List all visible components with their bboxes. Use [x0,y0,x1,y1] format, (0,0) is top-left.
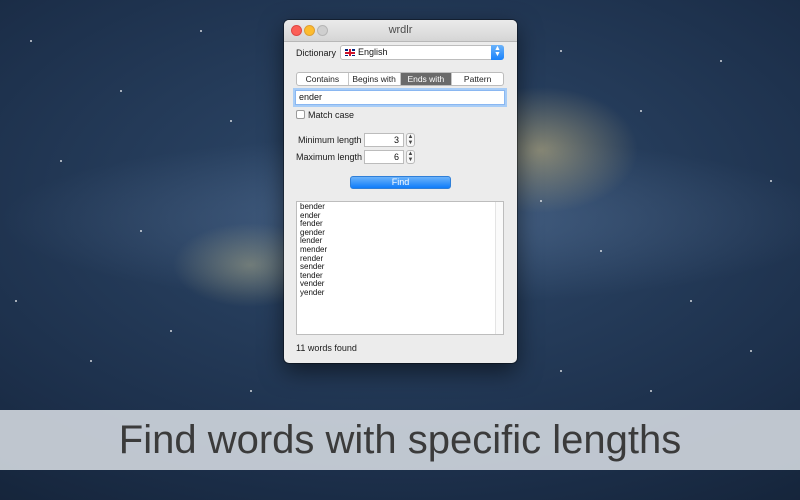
chevron-updown-icon[interactable]: ▲ ▼ [491,45,504,60]
list-item[interactable]: bender [300,202,503,212]
results-scrollbar[interactable] [495,202,503,334]
list-item[interactable]: ender [300,211,503,221]
list-item[interactable]: render [300,254,503,264]
list-item[interactable]: vender [300,280,503,289]
match-case-checkbox[interactable] [296,110,305,119]
search-input[interactable]: ender [295,90,505,105]
dictionary-label: Dictionary [296,48,337,58]
maximum-length-stepper[interactable]: ▲ ▼ [406,150,415,164]
minimum-length-field[interactable]: 3 [364,133,404,147]
minimum-length-label: Minimum length [298,135,362,145]
match-case-label: Match case [308,110,355,120]
title-bar[interactable]: wrdlr [284,20,517,42]
list-item[interactable]: fender [300,220,503,229]
tab-begins-with[interactable]: Begins with [349,73,401,85]
maximum-length-field[interactable]: 6 [364,150,404,164]
dictionary-select[interactable]: English ▲ ▼ [340,45,504,60]
list-item[interactable]: mender [300,245,503,255]
search-mode-tabs: Contains Begins with Ends with Pattern [296,72,504,86]
app-window: wrdlr Dictionary English ▲ ▼ Contains Beg… [284,20,517,363]
maximum-length-label: Maximum length [296,152,363,162]
tab-ends-with[interactable]: Ends with [400,73,453,85]
list-item[interactable]: sender [300,263,503,272]
tab-pattern[interactable]: Pattern [452,73,503,85]
status-text: 11 words found [296,343,357,353]
window-title: wrdlr [388,24,413,36]
list-item[interactable]: lender [300,237,503,246]
caption-banner: Find words with specific lengths [0,410,800,470]
caption-text: Find words with specific lengths [118,418,682,462]
results-list[interactable]: bender ender fender gender lender mender… [296,201,504,335]
dictionary-selected: English [358,47,388,57]
uk-flag-icon [345,49,355,56]
list-item[interactable]: tender [300,271,503,281]
tab-contains[interactable]: Contains [297,73,349,85]
list-item[interactable]: yender [300,288,503,298]
find-button[interactable]: Find [350,176,451,189]
list-item[interactable]: gender [300,228,503,238]
minimum-length-stepper[interactable]: ▲ ▼ [406,133,415,147]
